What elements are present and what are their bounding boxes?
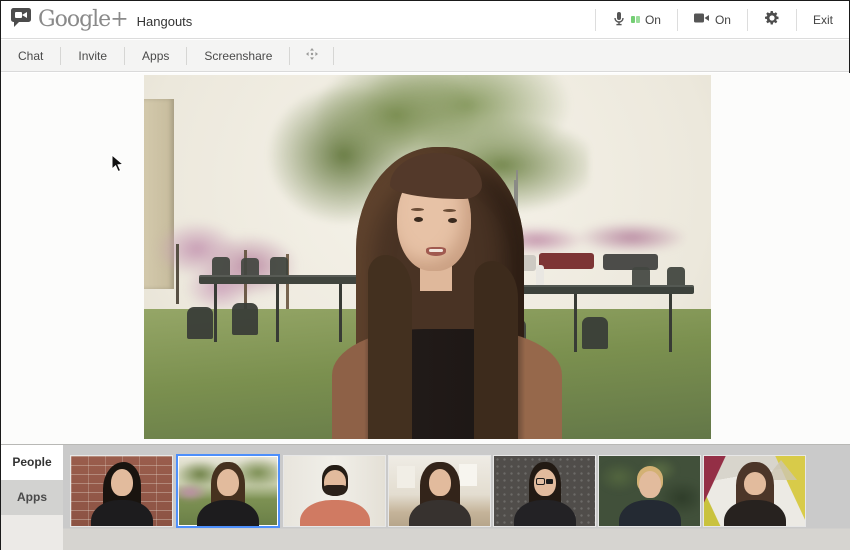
mic-status-label: On [645,13,661,27]
video-camera-icon [694,12,710,27]
exit-label: Exit [813,13,833,27]
speaker-eyes [414,217,423,222]
header-bar: Google+ Hangouts On On [1,1,849,39]
participant-torso [300,500,370,526]
video-water-bottle [536,265,544,285]
mouse-cursor [111,154,125,179]
microphone-icon [612,11,626,29]
side-tabs-filler [1,515,63,550]
hangouts-window: Google+ Hangouts On On [0,0,850,550]
participant-face [639,471,661,498]
google-plus-logo: Google+ [38,7,128,32]
move-toolbar-button[interactable] [290,47,334,65]
move-toolbar-icon [306,47,318,65]
toolbar-button-invite[interactable]: Invite [61,47,125,65]
participant-thumbnail-7[interactable] [704,456,805,526]
participant-torso [197,500,259,528]
participant-face [217,469,239,496]
participant-thumbnail-3[interactable] [284,456,385,526]
video-patio-chairs-front [232,303,258,335]
toolbar-button-apps[interactable]: Apps [125,47,187,65]
side-tabs: People Apps [1,445,63,550]
product-name: Hangouts [137,11,193,29]
participant-face [534,469,556,496]
gear-icon [764,10,780,29]
participant-thumbnail-1[interactable] [71,456,172,526]
participant-face [324,470,346,494]
exit-button[interactable]: Exit [796,9,849,31]
stage [1,73,850,444]
participant-torso [91,500,153,526]
participant-face [111,469,133,496]
tab-people[interactable]: People [1,445,63,480]
speaker-torso [332,329,562,439]
speaker-brows [411,208,424,211]
mic-level-meter [631,16,640,23]
video-table-legs [214,284,217,342]
speaker-mouth [426,247,446,256]
participant-thumbnail-4[interactable] [389,456,490,526]
speaker-hair-front [368,255,412,439]
toolbar-button-chat[interactable]: Chat [1,47,61,65]
participant-thumbnail-6[interactable] [599,456,700,526]
hangouts-bubble-icon [11,8,31,32]
video-patio-table-left [199,275,359,284]
toolbar: Chat Invite Apps Screenshare [1,40,849,72]
participant-face [429,469,451,496]
participant-filmstrip [71,454,805,528]
video-patio-chairs-back [212,257,230,276]
participant-torso [514,500,576,526]
tab-apps[interactable]: Apps [1,480,63,515]
participant-thumbnail-2-active[interactable] [176,454,280,528]
header-controls: On On Exit [595,1,849,38]
video-parked-cars [539,253,594,269]
bottom-panel: People Apps [1,444,850,550]
mic-toggle[interactable]: On [595,9,677,31]
participant-torso [619,500,681,526]
settings-button[interactable] [747,9,796,31]
participant-torso [409,500,471,526]
participant-face [744,472,766,495]
main-video[interactable] [144,75,711,439]
participant-thumbnail-5[interactable] [494,456,595,526]
camera-toggle[interactable]: On [677,9,747,31]
participant-torso [724,500,786,526]
brand: Google+ Hangouts [1,7,192,32]
camera-status-label: On [715,13,731,27]
toolbar-button-screenshare[interactable]: Screenshare [187,47,290,65]
